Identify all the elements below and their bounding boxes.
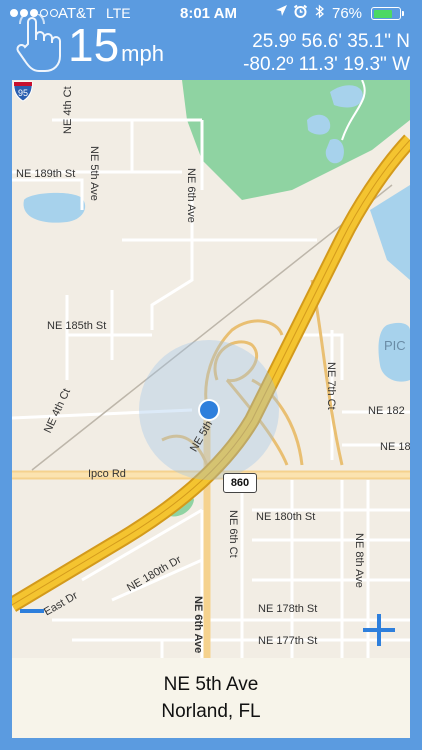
- tap-hand-icon[interactable]: [14, 11, 62, 79]
- street-name: NE 5th Ave: [163, 674, 259, 695]
- battery-tip: [402, 11, 404, 16]
- plus-icon: [363, 614, 395, 646]
- latitude: 25.9º 56.6' 35.1" N: [252, 31, 410, 52]
- alarm-icon: [293, 4, 308, 23]
- battery-percent: 76%: [332, 5, 363, 22]
- speed-value: 15: [68, 19, 120, 71]
- interstate-number: 95: [18, 88, 28, 98]
- area-label: PIC: [384, 338, 406, 353]
- location-arrow-icon: [275, 4, 288, 21]
- water-body: [370, 185, 410, 280]
- zoom-in-button[interactable]: [362, 613, 396, 652]
- interstate-shield-icon: 95: [13, 81, 33, 102]
- status-bar: AT&T LTE 8:01 AM 76%: [0, 0, 422, 28]
- street-label: NE 185th St: [47, 320, 107, 332]
- street-label: NE 7th Ct: [325, 362, 337, 410]
- city-name: Norland, FL: [161, 701, 261, 722]
- bluetooth-icon: [315, 4, 325, 23]
- address-panel: NE 5th Ave Norland, FL: [12, 658, 410, 738]
- map-view[interactable]: 95 860 NE 4th Ct NE 5th Ave NE 189th St …: [12, 80, 410, 658]
- zoom-out-button[interactable]: [20, 609, 44, 613]
- street-label: NE 8th Ave: [353, 533, 365, 588]
- state-route-shield: 860: [223, 473, 257, 493]
- street-label: NE 182: [368, 405, 405, 417]
- coordinates: 25.9º 56.6' 35.1" N -80.2º 11.3' 19.3" W: [243, 30, 410, 76]
- state-route-number: 860: [230, 477, 250, 489]
- water-body: [307, 114, 331, 135]
- street-label: NE 180th St: [256, 511, 316, 523]
- speed-readout: 15mph: [68, 22, 164, 68]
- map-canvas: [12, 80, 410, 658]
- street-label: NE 177th St: [258, 635, 318, 647]
- street-label: NE 6th Ct: [227, 510, 239, 558]
- battery-fill: [373, 9, 392, 18]
- street-label: Ipco Rd: [88, 468, 126, 480]
- clock: 8:01 AM: [180, 5, 237, 22]
- street-label: NE 5th Ave: [88, 146, 100, 201]
- street-label: NE 18: [380, 441, 410, 453]
- water-body: [23, 192, 86, 223]
- street-label: NE 6th Ave: [192, 596, 204, 654]
- street-label: NE 178th St: [258, 603, 318, 615]
- longitude: -80.2º 11.3' 19.3" W: [243, 54, 410, 75]
- street-label: NE 189th St: [16, 168, 76, 180]
- street-label: NE 4th Ct: [62, 86, 74, 134]
- speed-unit: mph: [121, 41, 164, 66]
- battery-icon: [371, 7, 401, 20]
- street-label: NE 6th Ave: [185, 168, 197, 223]
